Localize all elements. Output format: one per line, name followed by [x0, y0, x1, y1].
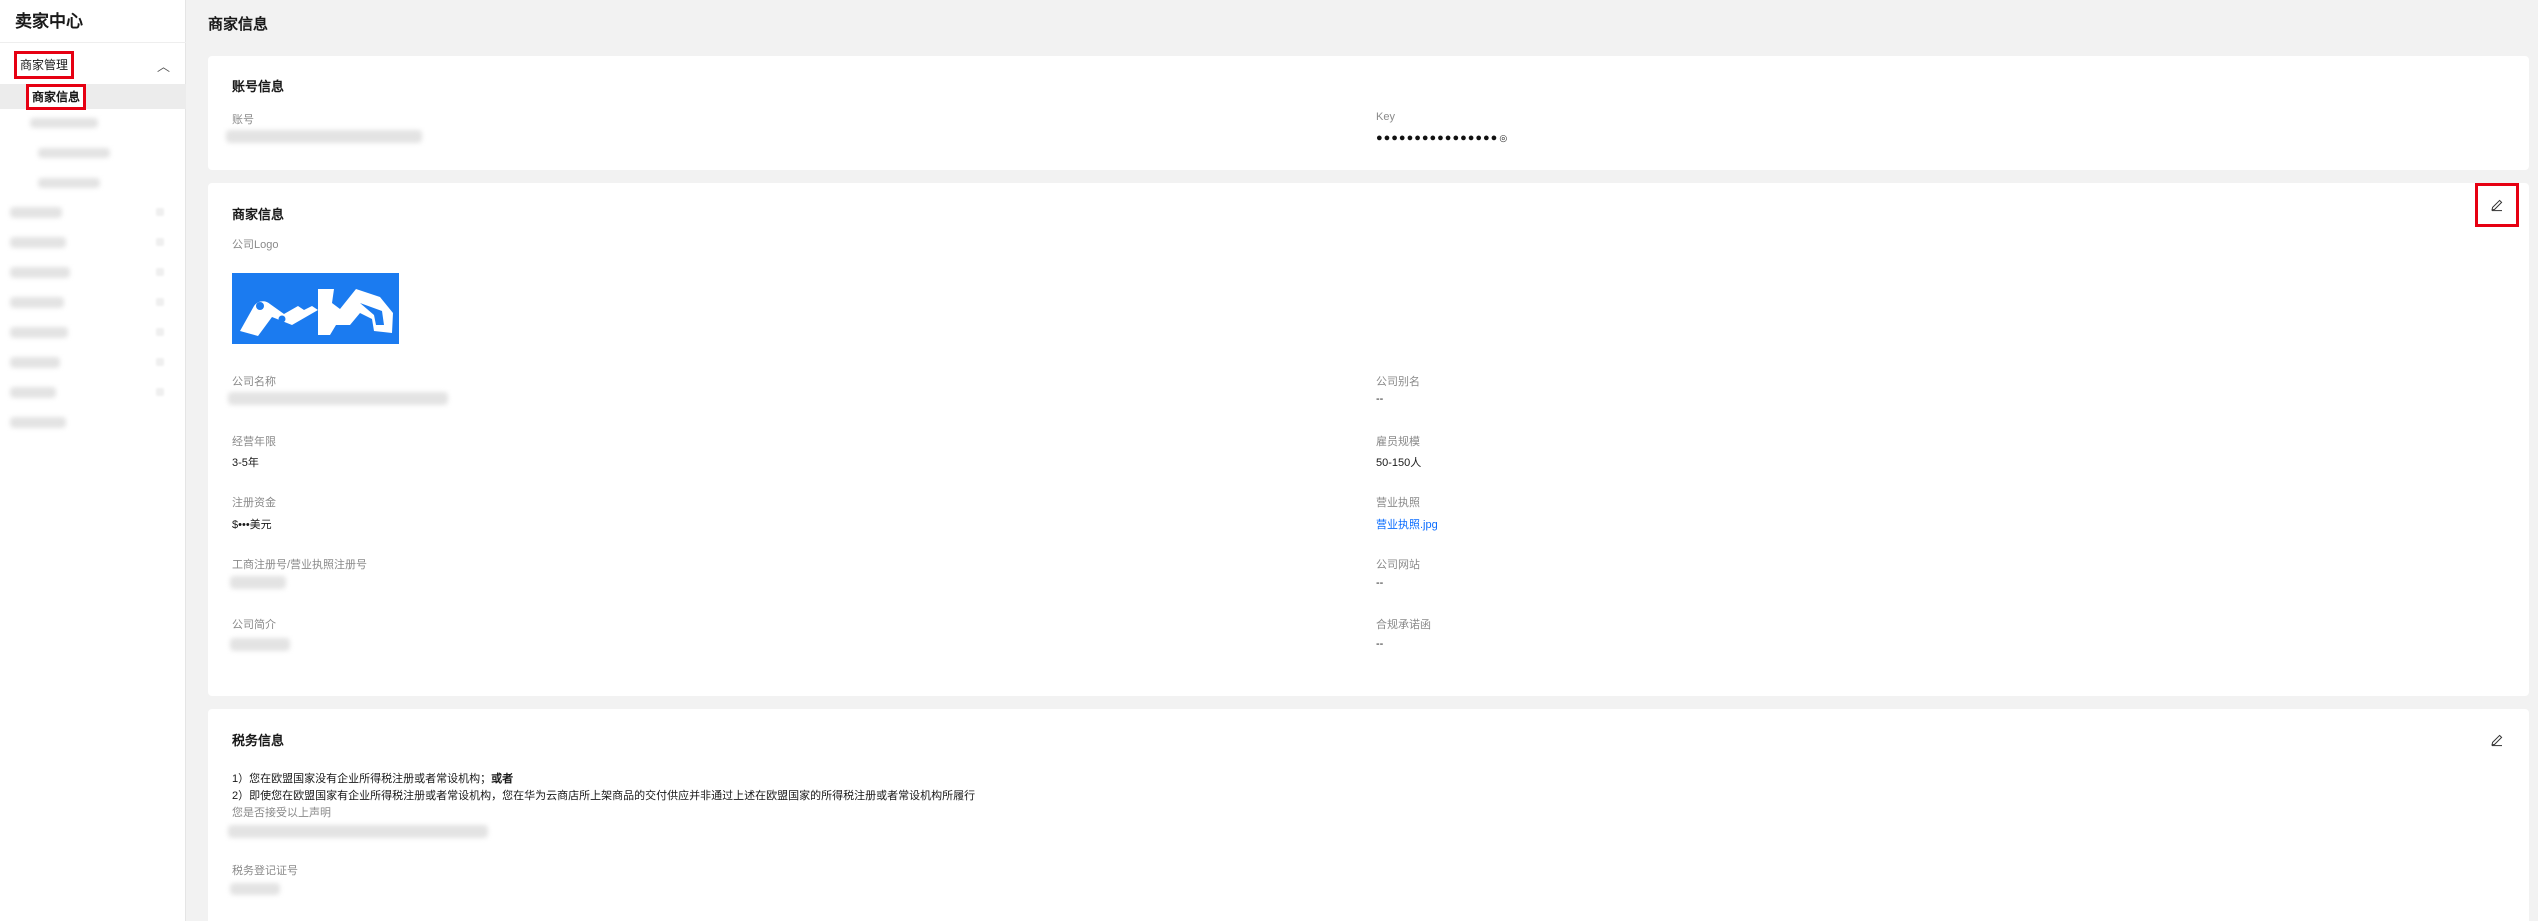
- staff-value: 50-150人: [1376, 457, 1422, 469]
- sidebar-group-blurred[interactable]: [0, 230, 186, 254]
- tax-statement-line-2: 2）即使您在欧盟国家有企业所得税注册或者常设机构，您在华为云商店所上架商品的交付…: [232, 790, 976, 802]
- chevron-up-icon[interactable]: ︿: [157, 56, 170, 75]
- edit-tax-button[interactable]: [2486, 729, 2508, 751]
- sidebar-group-blurred[interactable]: [0, 290, 186, 314]
- company-logo-icon: [232, 273, 399, 344]
- intro-blurred: [230, 638, 290, 651]
- regno-blurred: [230, 576, 286, 589]
- edit-merchant-button[interactable]: [2475, 183, 2519, 227]
- compliance-label: 合规承诺函: [1376, 619, 1431, 631]
- sidebar-group-merchant-management[interactable]: 商家管理 ︿: [0, 51, 186, 79]
- company-logo-image: [232, 273, 399, 344]
- company-logo-label: 公司Logo: [232, 239, 279, 251]
- sidebar-group-blurred[interactable]: [0, 260, 186, 284]
- sidebar-group-blurred[interactable]: [0, 200, 186, 224]
- intro-label: 公司简介: [232, 619, 276, 631]
- account-info-card: 账号信息 账号 Key ●●●●●●●●●●●●●●●●◎: [208, 56, 2529, 170]
- years-label: 经营年限: [232, 436, 276, 448]
- tax-statement-line-1-text: 1）您在欧盟国家没有企业所得税注册或者常设机构；: [232, 773, 492, 785]
- accept-statement-blurred: [228, 825, 488, 838]
- company-alias-value: --: [1376, 393, 1384, 405]
- page-title: 商家信息: [208, 16, 269, 33]
- key-masked: ●●●●●●●●●●●●●●●●: [1376, 132, 1499, 144]
- tax-number-label: 税务登记证号: [232, 865, 298, 877]
- key-value: ●●●●●●●●●●●●●●●●◎: [1376, 132, 1508, 144]
- sidebar-group-blurred[interactable]: [0, 380, 186, 404]
- merchant-info-card: 商家信息 公司Logo 公司名称 公司别名 -- 经营年限 3-5年 雇员规模 …: [208, 183, 2529, 696]
- edit-pencil-icon: [2491, 199, 2503, 212]
- sidebar-item-merchant-info[interactable]: 商家信息: [0, 83, 186, 110]
- tax-statement-line-1: 1）您在欧盟国家没有企业所得税注册或者常设机构；或者: [232, 770, 513, 786]
- regno-label: 工商注册号/营业执照注册号: [232, 559, 368, 571]
- sidebar-group-blurred[interactable]: [0, 350, 186, 374]
- merchant-info-title: 商家信息: [232, 207, 285, 222]
- sidebar-item-blurred[interactable]: [0, 172, 186, 194]
- account-value-blurred: [226, 130, 422, 143]
- tax-info-title: 税务信息: [232, 733, 285, 748]
- tax-info-card: 税务信息 1）您在欧盟国家没有企业所得税注册或者常设机构；或者 2）即使您在欧盟…: [208, 709, 2529, 921]
- capital-value: $•••美元: [232, 519, 272, 531]
- sidebar-title: 卖家中心: [15, 12, 83, 31]
- company-name-label: 公司名称: [232, 376, 276, 388]
- main-content: 商家信息 账号信息 账号 Key ●●●●●●●●●●●●●●●●◎ 商家信息 …: [186, 0, 2538, 921]
- sidebar-group-blurred[interactable]: [0, 410, 186, 434]
- website-value: --: [1376, 577, 1384, 589]
- license-file-link[interactable]: 营业执照.jpg: [1376, 516, 1438, 532]
- capital-label: 注册资金: [232, 497, 276, 509]
- company-alias-label: 公司别名: [1376, 376, 1420, 388]
- sidebar-group-blurred[interactable]: [0, 320, 186, 344]
- license-label: 营业执照: [1376, 497, 1420, 509]
- sidebar-group-label: 商家管理: [14, 51, 75, 79]
- company-name-blurred: [228, 392, 448, 405]
- sidebar-item-blurred[interactable]: [0, 142, 186, 164]
- account-label: 账号: [232, 114, 254, 126]
- eye-icon[interactable]: ◎: [1499, 133, 1508, 143]
- staff-label: 雇员规模: [1376, 436, 1420, 448]
- divider: [0, 42, 186, 43]
- account-info-title: 账号信息: [232, 79, 285, 94]
- compliance-value: --: [1376, 638, 1384, 650]
- accept-statement-label: 您是否接受以上声明: [232, 807, 331, 819]
- sidebar-item-label: 商家信息: [26, 83, 87, 110]
- years-value: 3-5年: [232, 457, 259, 469]
- edit-pencil-icon: [2491, 734, 2503, 747]
- tax-number-blurred: [230, 883, 280, 895]
- sidebar: 卖家中心 商家管理 ︿ 商家信息: [0, 0, 186, 921]
- tax-statement-line-1-bold: 或者: [491, 773, 514, 785]
- website-label: 公司网站: [1376, 559, 1420, 571]
- key-label: Key: [1376, 111, 1395, 123]
- sidebar-item-blurred[interactable]: [0, 112, 186, 134]
